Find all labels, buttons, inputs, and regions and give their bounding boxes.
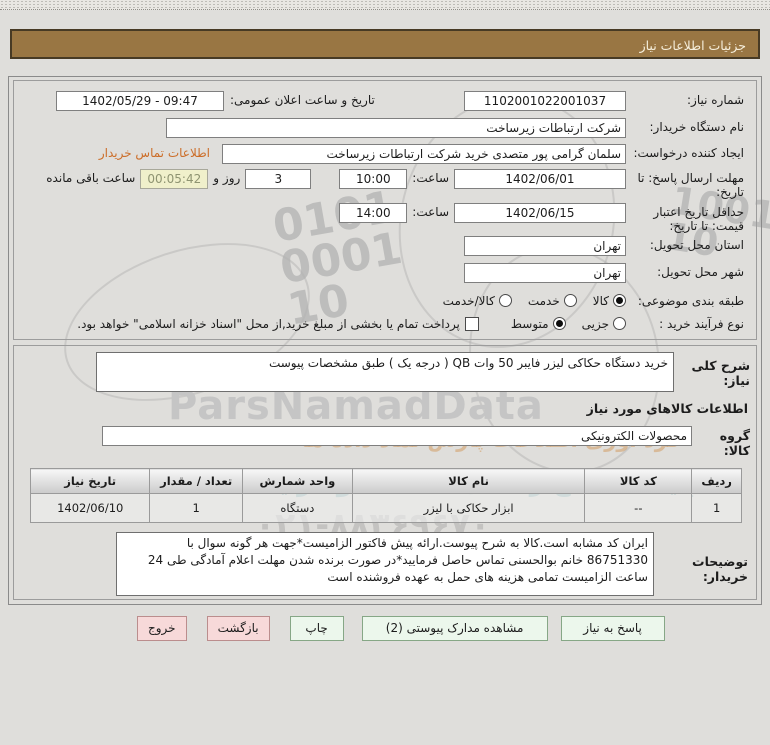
need-details-panel: شماره نیاز: 1102001022001037 تاریخ و ساع… xyxy=(8,76,762,605)
need-number-field[interactable]: 1102001022001037 xyxy=(464,91,626,111)
print-button[interactable]: چاپ xyxy=(289,616,344,641)
radio-goods-service-icon[interactable] xyxy=(498,294,512,307)
row-reply-deadline: مهلت ارسال پاسخ: تا تاریخ: 1402/06/01 سا… xyxy=(14,169,756,200)
buyer-notes-label: توضیحات خریدار: xyxy=(692,554,748,584)
announce-datetime-field[interactable]: 1402/05/29 - 09:47 xyxy=(56,91,224,111)
category-option-goods-service-label: کالا/خدمت xyxy=(442,294,495,308)
purchase-process-label: نوع فرآیند خرید : xyxy=(659,317,744,331)
cell-item-code: -- xyxy=(584,493,693,523)
treasury-checkbox-label: پرداخت تمام یا بخشی از مبلغ خرید,از محل … xyxy=(77,317,460,331)
items-section-heading: اطلاعات کالاهای مورد نیاز xyxy=(586,401,748,416)
row-delivery-province: استان محل تحویل: تهران xyxy=(14,236,756,256)
goods-group-label: گروه کالا: xyxy=(719,428,750,458)
need-description-textarea[interactable]: خرید دستگاه حکاکی لیزر فایبر 50 وات QB (… xyxy=(96,352,674,392)
reply-deadline-time-label: ساعت: xyxy=(412,171,449,185)
treasury-payment-option[interactable]: پرداخت تمام یا بخشی از مبلغ خرید,از محل … xyxy=(77,315,479,331)
delivery-province-field[interactable]: تهران xyxy=(464,236,626,256)
cell-row-number: 1 xyxy=(691,493,742,523)
cell-quantity: 1 xyxy=(149,493,243,523)
subject-category-label: طبقه بندی موضوعی: xyxy=(637,294,744,308)
items-info-box: شرح کلی نیاز: خرید دستگاه حکاکی لیزر فای… xyxy=(13,345,757,600)
cell-need-date: 1402/06/10 xyxy=(29,493,151,523)
action-buttons-row: خروج بازگشت چاپ مشاهده مدارک پیوستی (2) … xyxy=(0,616,770,642)
countdown-timer: 00:05:42 xyxy=(140,169,209,189)
process-option-minor[interactable]: جزیی xyxy=(582,315,626,331)
buyer-contact-link[interactable]: اطلاعات تماس خریدار xyxy=(99,144,210,160)
col-item-code: کد کالا xyxy=(584,468,693,494)
page-top-texture xyxy=(0,0,770,10)
reply-deadline-date-field[interactable]: 1402/06/01 xyxy=(454,169,626,189)
row-buyer-org: نام دستگاه خریدار: شرکت ارتباطات زیرساخت xyxy=(14,118,756,138)
request-creator-label: ایجاد کننده درخواست: xyxy=(633,146,744,160)
reply-deadline-label: مهلت ارسال پاسخ: تا تاریخ: xyxy=(637,171,744,200)
reply-deadline-time-field[interactable]: 10:00 xyxy=(339,169,408,189)
row-request-creator: ایجاد کننده درخواست: سلمان گرامی پور متص… xyxy=(14,144,756,164)
col-row-number: ردیف xyxy=(691,468,742,494)
days-remaining-field[interactable]: 3 xyxy=(245,169,312,189)
need-description-label: شرح کلی نیاز: xyxy=(691,358,750,388)
page-title: جزئیات اطلاعات نیاز xyxy=(10,29,760,59)
price-validity-label: حداقل تاریخ اعتبار قیمت: تا تاریخ: xyxy=(653,205,744,234)
radio-service-icon[interactable] xyxy=(563,294,577,307)
row-delivery-city: شهر محل تحویل: تهران xyxy=(14,263,756,283)
process-option-minor-label: جزیی xyxy=(581,317,609,331)
row-price-validity: حداقل تاریخ اعتبار قیمت: تا تاریخ: 1402/… xyxy=(14,203,756,234)
price-validity-time-label: ساعت: xyxy=(412,205,449,219)
respond-to-need-button[interactable]: پاسخ به نیاز xyxy=(560,616,665,641)
delivery-city-field[interactable]: تهران xyxy=(464,263,626,283)
exit-button[interactable]: خروج xyxy=(137,616,187,641)
row-buyer-notes: توضیحات خریدار: ایران کد مشابه است.کالا … xyxy=(14,532,756,596)
col-need-date: تاریخ نیاز xyxy=(29,468,151,494)
view-attachments-button[interactable]: مشاهده مدارک پیوستی (2) xyxy=(361,616,548,641)
category-option-service-label: خدمت xyxy=(527,294,560,308)
buyer-notes-textarea[interactable]: ایران کد مشابه است.کالا به شرح پیوست.ارا… xyxy=(116,532,654,596)
hours-remaining-word: ساعت باقی مانده xyxy=(46,171,136,185)
cell-unit: دستگاه xyxy=(241,493,353,523)
delivery-city-label: شهر محل تحویل: xyxy=(657,265,744,279)
delivery-province-label: استان محل تحویل: xyxy=(649,238,744,252)
need-number-label: شماره نیاز: xyxy=(687,93,744,107)
row-purchase-process-type: نوع فرآیند خرید : جزیی متوسط پرداخت تمام… xyxy=(14,315,756,331)
general-info-box: شماره نیاز: 1102001022001037 تاریخ و ساع… xyxy=(13,80,757,340)
category-option-goods-label: کالا xyxy=(592,294,609,308)
row-subject-category: طبقه بندی موضوعی: کالا خدمت کالا/خدمت xyxy=(14,292,756,308)
col-unit: واحد شمارش xyxy=(241,468,353,494)
need-details-page: { "page": { "title_bar": "جزئیات اطلاعات… xyxy=(0,0,770,745)
row-goods-group: گروه کالا: محصولات الکترونیکی xyxy=(14,426,756,458)
items-table: ردیف کد کالا نام کالا واحد شمارش تعداد /… xyxy=(29,468,742,523)
category-option-goods[interactable]: کالا xyxy=(593,292,626,308)
price-validity-time-field[interactable]: 14:00 xyxy=(339,203,408,223)
col-item-name: نام کالا xyxy=(351,468,586,494)
category-option-goods-service[interactable]: کالا/خدمت xyxy=(443,292,512,308)
price-validity-date-field[interactable]: 1402/06/15 xyxy=(454,203,626,223)
days-word: روز و xyxy=(213,171,241,185)
cell-item-name: ابزار حکاکی با لیزر xyxy=(351,493,586,523)
radio-goods-icon[interactable] xyxy=(613,294,626,307)
row-items-heading: اطلاعات کالاهای مورد نیاز xyxy=(14,399,756,416)
announce-datetime-label: تاریخ و ساعت اعلان عمومی: xyxy=(230,93,375,107)
back-button[interactable]: بازگشت xyxy=(206,616,270,641)
buyer-org-label: نام دستگاه خریدار: xyxy=(649,120,745,134)
col-quantity: تعداد / مقدار xyxy=(149,468,243,494)
row-need-description: شرح کلی نیاز: خرید دستگاه حکاکی لیزر فای… xyxy=(14,352,756,392)
row-need-number: شماره نیاز: 1102001022001037 تاریخ و ساع… xyxy=(14,91,756,111)
goods-group-field[interactable]: محصولات الکترونیکی xyxy=(102,426,692,446)
radio-medium-icon[interactable] xyxy=(552,317,566,330)
process-option-medium-label: متوسط xyxy=(510,317,549,331)
category-option-service[interactable]: خدمت xyxy=(528,292,577,308)
table-row: 1 -- ابزار حکاکی با لیزر دستگاه 1 1402/0… xyxy=(29,493,742,523)
buyer-org-field[interactable]: شرکت ارتباطات زیرساخت xyxy=(166,118,626,138)
items-table-header-row: ردیف کد کالا نام کالا واحد شمارش تعداد /… xyxy=(29,468,742,494)
treasury-checkbox[interactable] xyxy=(464,317,479,331)
request-creator-field[interactable]: سلمان گرامی پور متصدی خرید شرکت ارتباطات… xyxy=(222,144,626,164)
radio-minor-icon[interactable] xyxy=(613,317,626,330)
process-option-medium[interactable]: متوسط xyxy=(511,315,566,331)
